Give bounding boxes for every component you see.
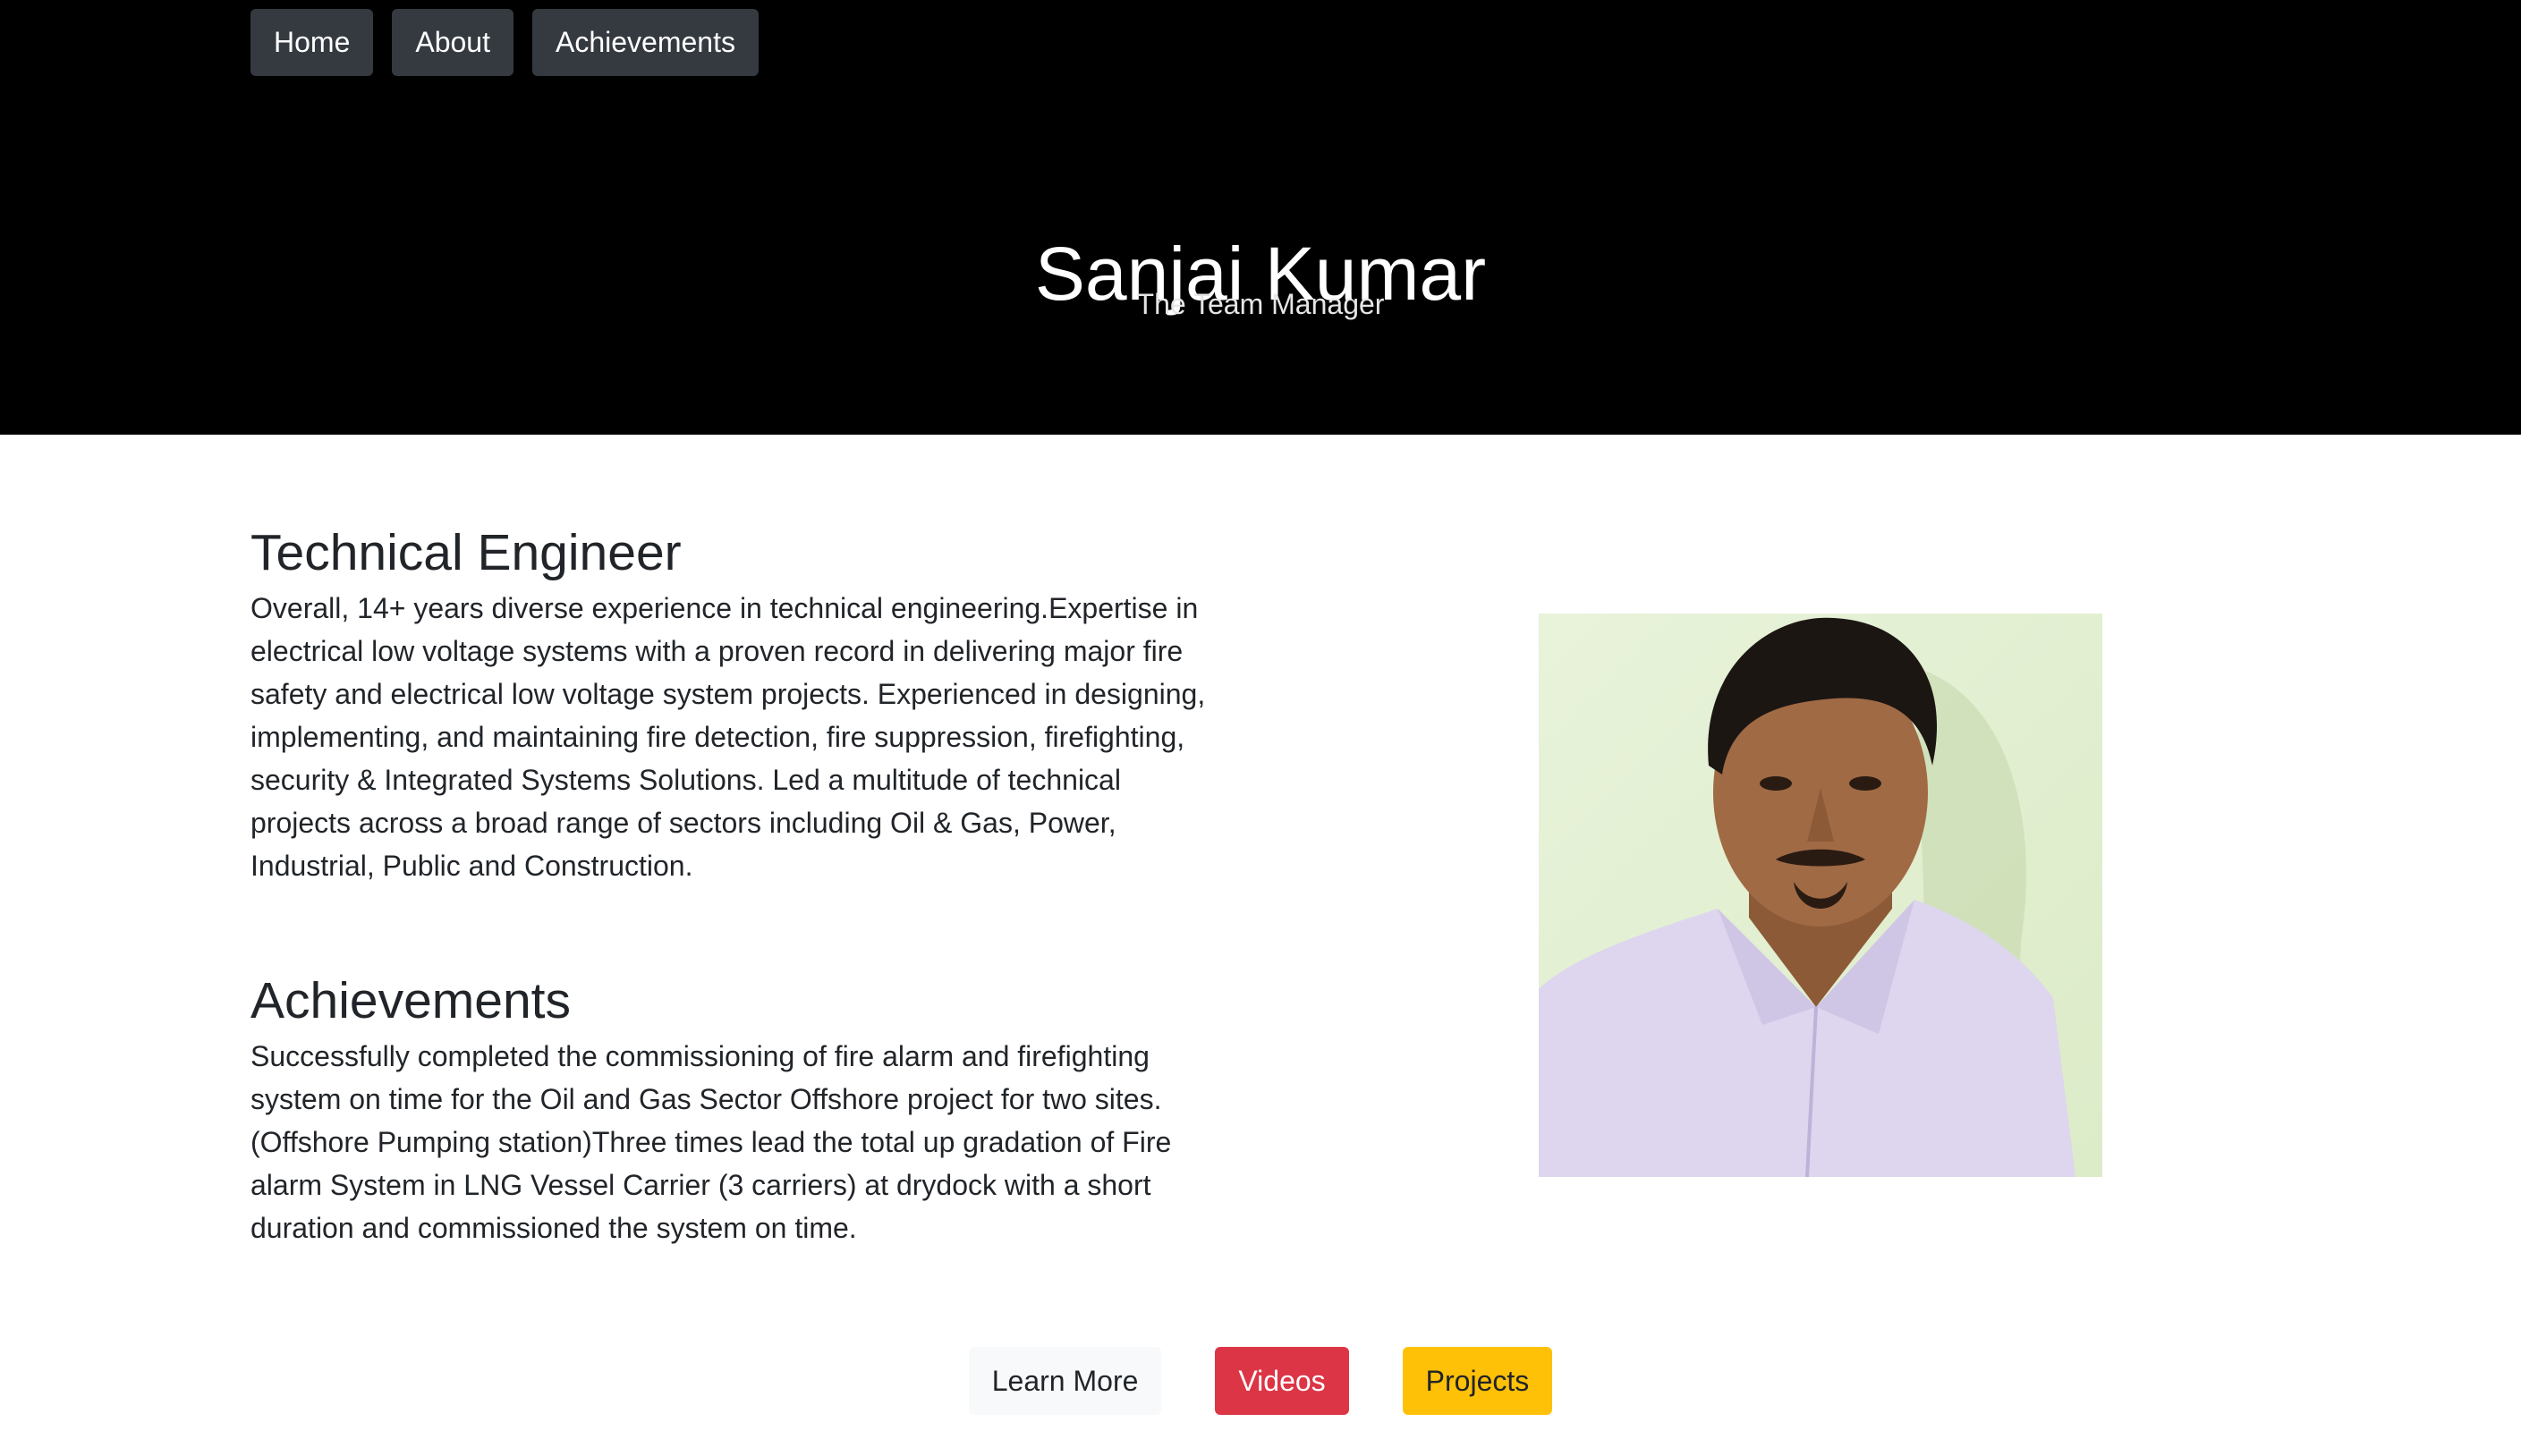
projects-button[interactable]: Projects [1402,1347,1553,1415]
about-heading: Technical Engineer [250,524,682,581]
hero-header: Home About Achievements Sanjai Kumar The… [0,0,2521,435]
achievements-section: Achievements Successfully completed the … [250,967,1217,1249]
about-section: Technical Engineer Overall, 14+ years di… [250,519,1217,887]
videos-button[interactable]: Videos [1215,1347,1349,1415]
profile-photo [1539,614,2102,1177]
action-buttons: Learn More Videos Projects [0,1347,2521,1415]
main-content: Technical Engineer Overall, 14+ years di… [250,519,1217,1249]
learn-more-button[interactable]: Learn More [968,1347,1162,1415]
nav-about-button[interactable]: About [392,9,514,76]
nav-achievements-button[interactable]: Achievements [531,9,759,76]
profile-photo-illustration [1539,614,2102,1177]
top-nav: Home About Achievements [250,9,759,76]
achievements-heading: Achievements [250,972,572,1029]
nav-home-button[interactable]: Home [250,9,374,76]
page: Home About Achievements Sanjai Kumar The… [0,0,2521,1456]
hero-subtitle: The Team Manager [1136,288,1385,320]
about-text: Overall, 14+ years diverse experience in… [250,592,1206,882]
achievements-text: Successfully completed the commissioning… [250,1040,1172,1244]
